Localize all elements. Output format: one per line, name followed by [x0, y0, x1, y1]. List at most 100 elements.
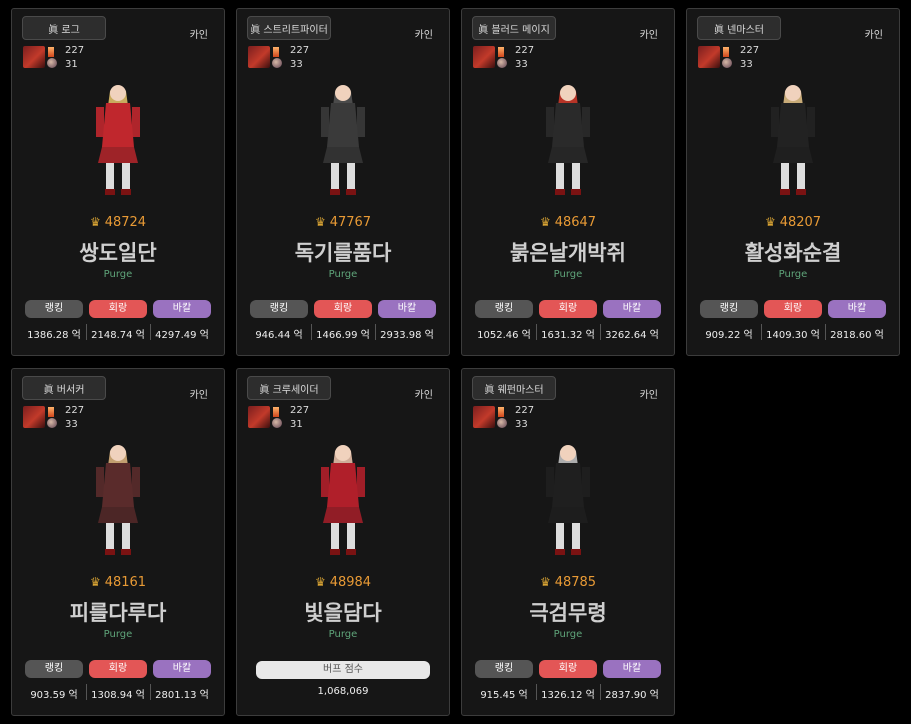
stat-heal: 회랑 2148.74 억	[86, 300, 150, 341]
back-button[interactable]: 바칼	[603, 660, 661, 678]
buff-score-button[interactable]: 버프 점수	[256, 661, 430, 679]
stat-ranking: 랭킹 1386.28 억	[22, 300, 86, 341]
title-icon	[722, 58, 732, 68]
stat-back: 바칼 3262.64 억	[600, 300, 664, 341]
character-portrait-icon	[23, 46, 45, 68]
fame-score: ♛ 48785	[462, 575, 674, 590]
character-sprite	[283, 431, 403, 561]
job-badge[interactable]: 眞 넨마스터	[697, 16, 781, 40]
ranking-button[interactable]: 랭킹	[25, 660, 83, 678]
adventure-name: Purge	[103, 629, 133, 640]
character-portrait-icon	[248, 46, 270, 68]
job-badge[interactable]: 眞 스트리트파이터	[247, 16, 331, 40]
character-sprite	[508, 71, 628, 201]
damage-stats: 랭킹 903.59 억 회랑 1308.94 억 바칼 2801.13 억	[22, 660, 214, 701]
ranking-value: 909.22 억	[705, 330, 753, 341]
stat-ranking: 랭킹 1052.46 억	[472, 300, 536, 341]
back-button[interactable]: 바칼	[153, 660, 211, 678]
character-name[interactable]: 피를다루다	[12, 597, 224, 627]
character-level: 227	[290, 405, 310, 416]
character-level: 227	[740, 45, 760, 56]
back-value: 3262.64 억	[605, 330, 659, 341]
character-card[interactable]: 眞 넨마스터 카인 227 33 ♛48207 활성화순결 Purge 랭킹	[686, 8, 900, 356]
stat-ranking: 랭킹 946.44 억	[247, 300, 311, 341]
heal-button[interactable]: 회랑	[539, 660, 597, 678]
back-button[interactable]: 바칼	[828, 300, 886, 318]
stat-back: 바칼 2818.60 억	[825, 300, 889, 341]
adventure-name: Purge	[553, 269, 583, 280]
fame-value: 48161	[104, 575, 147, 590]
server-name: 카인	[639, 390, 658, 401]
title-icon	[47, 418, 57, 428]
secondary-level: 31	[65, 59, 78, 70]
secondary-level: 33	[65, 419, 78, 430]
ranking-button[interactable]: 랭킹	[25, 300, 83, 318]
job-badge[interactable]: 眞 크루세이더	[247, 376, 331, 400]
character-sprite	[58, 431, 178, 561]
stat-heal: 회랑 1466.99 억	[311, 300, 375, 341]
ranking-value: 1386.28 억	[27, 330, 81, 341]
character-level: 227	[290, 45, 310, 56]
character-name[interactable]: 활성화순결	[687, 237, 899, 267]
stat-back: 바칼 2801.13 억	[150, 660, 214, 701]
fame-score: ♛ 48647	[462, 215, 674, 230]
heal-button[interactable]: 회랑	[314, 300, 372, 318]
heal-button[interactable]: 회랑	[89, 300, 147, 318]
job-badge[interactable]: 眞 로그	[22, 16, 106, 40]
character-card[interactable]: 眞 웨펀마스터 카인 227 33 ♛48785 극검무령 Purge 랭킹	[461, 368, 675, 716]
secondary-level: 31	[290, 419, 303, 430]
job-badge[interactable]: 眞 버서커	[22, 376, 106, 400]
back-button[interactable]: 바칼	[153, 300, 211, 318]
character-portrait-icon	[248, 406, 270, 428]
heal-value: 1466.99 억	[316, 330, 370, 341]
damage-stats: 랭킹 946.44 억 회랑 1466.99 억 바칼 2933.98 억	[247, 300, 439, 341]
fame-crown-icon: ♛	[539, 575, 551, 589]
character-card[interactable]: 眞 블러드 메이지 카인 227 33 ♛ 48647 붉은날개박쥐 Purge …	[461, 8, 675, 356]
job-badge[interactable]: 眞 블러드 메이지	[472, 16, 556, 40]
back-button[interactable]: 바칼	[603, 300, 661, 318]
heal-button[interactable]: 회랑	[89, 660, 147, 678]
heal-button[interactable]: 회랑	[539, 300, 597, 318]
character-name[interactable]: 극검무령	[462, 597, 674, 627]
character-name[interactable]: 독기를품다	[237, 237, 449, 267]
stat-back: 바칼 2933.98 억	[375, 300, 439, 341]
fame-crown-icon: ♛	[314, 575, 326, 589]
server-name: 카인	[414, 30, 433, 41]
fame-score: ♛ 48724	[12, 215, 224, 230]
ranking-button[interactable]: 랭킹	[250, 300, 308, 318]
stat-heal: 회랑 1631.32 억	[536, 300, 600, 341]
adventure-name: Purge	[778, 269, 808, 280]
character-name[interactable]: 빛을담다	[237, 597, 449, 627]
ranking-button[interactable]: 랭킹	[700, 300, 758, 318]
character-level: 227	[515, 45, 535, 56]
character-name[interactable]: 쌍도일단	[12, 237, 224, 267]
secondary-level: 33	[740, 59, 753, 70]
damage-stats: 랭킹 915.45 억 회랑 1326.12 억 바칼 2837.90 억	[472, 660, 664, 701]
character-card[interactable]: 眞 크루세이더 카인 227 31 ♛ 48984 빛을담다 Purge 버프 점…	[236, 368, 450, 716]
character-card[interactable]: 眞 스트리트파이터 카인 227 33 ♛ 47767 독기를품다 Purge 랭…	[236, 8, 450, 356]
adventure-name: Purge	[328, 269, 358, 280]
server-name: 카인	[639, 30, 658, 41]
stat-back: 바칼 4297.49 억	[150, 300, 214, 341]
secondary-level: 33	[515, 59, 528, 70]
character-sprite	[283, 71, 403, 201]
back-button[interactable]: 바칼	[378, 300, 436, 318]
ranking-button[interactable]: 랭킹	[475, 660, 533, 678]
server-name: 카인	[414, 390, 433, 401]
ranking-value: 903.59 억	[30, 690, 78, 701]
fame-score: ♛ 48984	[237, 575, 449, 590]
character-card[interactable]: 眞 로그 카인 227 31 ♛ 48724 쌍도일단 Purge 랭킹 138…	[11, 8, 225, 356]
back-value: 2818.60 억	[830, 330, 884, 341]
heal-value: 1308.94 억	[91, 690, 145, 701]
back-value: 2933.98 억	[380, 330, 434, 341]
heal-value: 1409.30 억	[766, 330, 820, 341]
character-name[interactable]: 붉은날개박쥐	[462, 237, 674, 267]
heal-button[interactable]: 회랑	[764, 300, 822, 318]
job-badge[interactable]: 眞 웨펀마스터	[472, 376, 556, 400]
stat-heal: 회랑 1409.30 억	[761, 300, 825, 341]
ranking-button[interactable]: 랭킹	[475, 300, 533, 318]
back-value: 2837.90 억	[605, 690, 659, 701]
ranking-value: 915.45 억	[480, 690, 528, 701]
fame-value: 48647	[554, 215, 597, 230]
character-card[interactable]: 眞 버서커 카인 227 33 ♛ 48161 피를다루다 Purge 랭킹 9…	[11, 368, 225, 716]
